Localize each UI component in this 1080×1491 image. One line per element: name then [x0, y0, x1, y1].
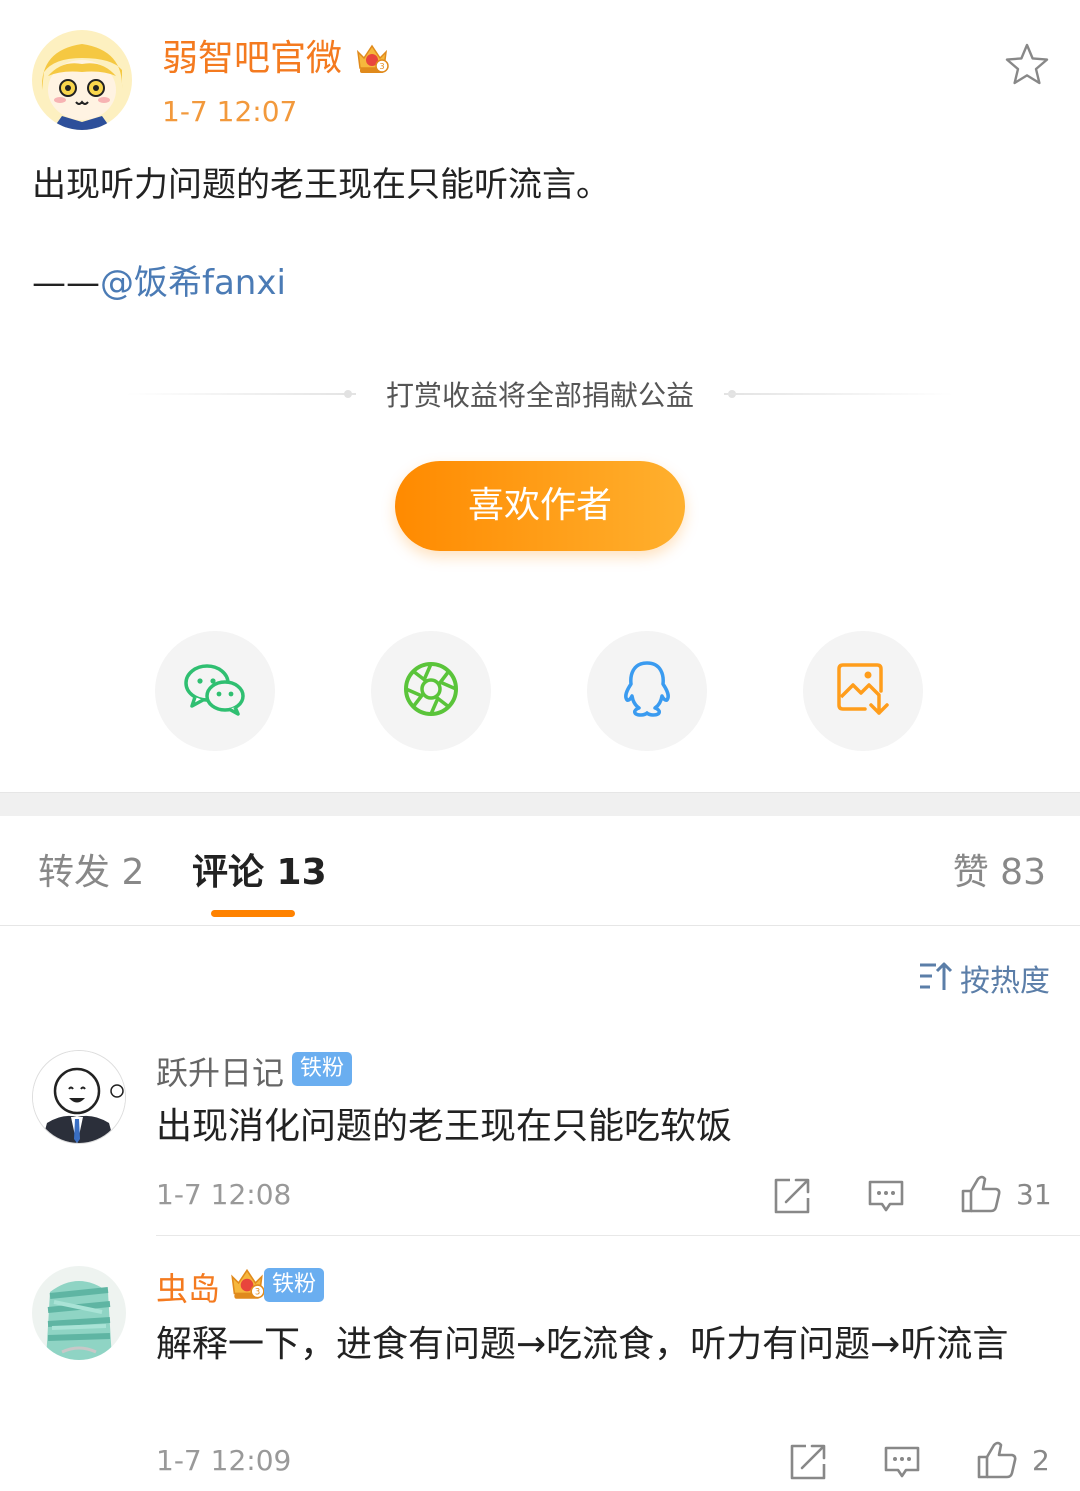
vip-crown-icon: 3 — [354, 40, 390, 78]
comment-time: 1-7 12:08 — [156, 1178, 292, 1211]
tab-likes[interactable]: 赞 83 — [953, 848, 1046, 898]
sort-by-hot-button[interactable]: 按热度 — [918, 960, 1050, 1003]
like-count: 2 — [1032, 1444, 1050, 1477]
sort-icon — [918, 960, 954, 1003]
author-name[interactable]: 弱智吧官微 — [162, 34, 342, 84]
like-count: 31 — [1016, 1178, 1052, 1211]
qq-icon — [621, 660, 673, 722]
reply-icon[interactable] — [866, 1176, 906, 1216]
tab-reposts[interactable]: 转发 2 — [38, 848, 144, 898]
fan-badge: 铁粉 — [292, 1052, 353, 1086]
post-time: 1-7 12:07 — [162, 95, 298, 128]
post-text: 出现听力问题的老王现在只能听流言。 — [32, 165, 610, 205]
like-author-button[interactable]: 喜欢作者 — [395, 461, 685, 551]
commenter-avatar[interactable] — [32, 1050, 126, 1144]
thumbs-up-icon[interactable] — [960, 1173, 1002, 1215]
post-credit: ——@饭希fanxi — [32, 258, 286, 308]
tab-comments[interactable]: 评论 13 — [192, 848, 327, 898]
share-moments-button[interactable] — [371, 631, 491, 751]
mention-link[interactable]: @饭希fanxi — [100, 263, 286, 303]
repost-icon[interactable] — [772, 1176, 812, 1216]
svg-text:3: 3 — [379, 62, 384, 71]
wechat-icon — [183, 661, 247, 721]
comment-divider — [156, 1235, 1080, 1236]
save-image-button[interactable] — [803, 631, 923, 751]
comment-text: 解释一下，进食有问题→吃流食，听力有问题→听流言 — [156, 1324, 1009, 1365]
comment-text: 出现消化问题的老王现在只能吃软饭 — [156, 1106, 733, 1147]
reply-icon[interactable] — [882, 1442, 922, 1482]
commenter-avatar[interactable] — [32, 1266, 126, 1360]
active-tab-indicator — [211, 910, 295, 917]
save-image-icon — [835, 661, 891, 721]
share-wechat-button[interactable] — [155, 631, 275, 751]
svg-text:3: 3 — [255, 1287, 260, 1297]
thumbs-up-icon[interactable] — [976, 1439, 1018, 1481]
section-separator — [0, 792, 1080, 816]
vip-crown-icon: 3 — [228, 1264, 266, 1304]
sort-label: 按热度 — [960, 963, 1050, 999]
author-avatar[interactable] — [32, 30, 132, 130]
commenter-name[interactable]: 虫岛 — [156, 1267, 220, 1311]
tab-divider — [0, 925, 1080, 926]
favorite-star-icon[interactable] — [1004, 42, 1050, 86]
commenter-name[interactable]: 跃升日记 — [156, 1051, 284, 1095]
repost-icon[interactable] — [788, 1442, 828, 1482]
reward-divider-right — [724, 393, 954, 395]
fan-badge: 铁粉 — [264, 1268, 325, 1302]
reward-note: 打赏收益将全部捐献公益 — [385, 379, 694, 412]
comment-time: 1-7 12:09 — [156, 1444, 292, 1477]
moments-icon — [402, 660, 460, 722]
share-qq-button[interactable] — [587, 631, 707, 751]
credit-dash: —— — [32, 263, 100, 303]
